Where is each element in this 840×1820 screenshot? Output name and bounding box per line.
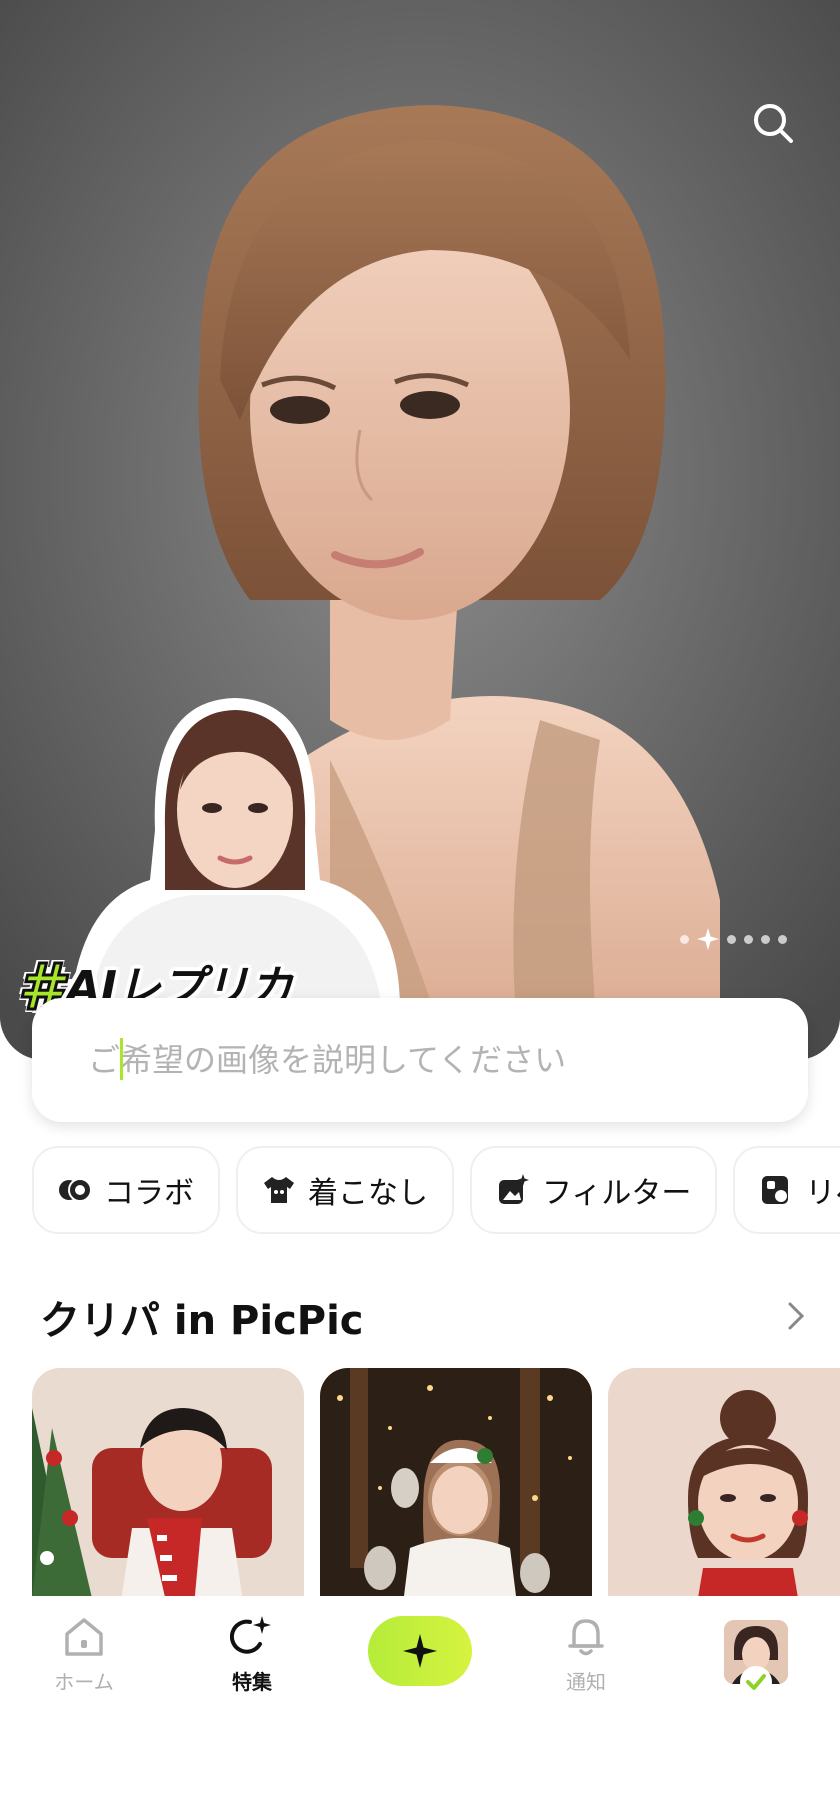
christmas-portrait-image xyxy=(32,1368,304,1596)
tshirt-icon xyxy=(262,1173,296,1207)
carousel-dot[interactable] xyxy=(778,934,787,944)
chip-label: コラボ xyxy=(104,1176,194,1211)
carousel-dot[interactable] xyxy=(680,934,689,944)
carousel-dot[interactable] xyxy=(727,934,736,944)
chip-filter[interactable]: フィルター xyxy=(470,1146,718,1234)
feature-chips: コラボ 着こなし フィルター リペ xyxy=(32,1146,840,1234)
chip-collab[interactable]: コラボ xyxy=(32,1146,220,1234)
carousel-indicator xyxy=(680,928,787,950)
chip-label: フィルター xyxy=(542,1176,692,1211)
prompt-box[interactable] xyxy=(32,998,808,1122)
home-icon xyxy=(65,1618,103,1656)
bell-icon xyxy=(568,1619,604,1656)
nav-featured-label: 特集 xyxy=(232,1670,272,1694)
chip-label: リペ xyxy=(805,1176,840,1211)
section-title: クリパ in PicPic xyxy=(40,1298,364,1344)
check-icon xyxy=(746,1674,766,1690)
chip-repaint[interactable]: リペ xyxy=(733,1146,840,1234)
section-more-button[interactable] xyxy=(776,1296,816,1336)
filter-image-icon xyxy=(496,1173,530,1207)
bun-hair-portrait-image xyxy=(608,1368,840,1596)
nav-notifications[interactable]: 通知 xyxy=(526,1614,646,1695)
bottom-nav: ホーム 特集 通知 xyxy=(0,1596,840,1820)
create-button[interactable] xyxy=(368,1616,472,1686)
clipa-card-row xyxy=(32,1368,840,1596)
nav-notifications-label: 通知 xyxy=(566,1670,606,1694)
search-button[interactable] xyxy=(745,95,801,151)
prompt-input[interactable] xyxy=(88,1030,768,1090)
chip-outfit[interactable]: 着こなし xyxy=(236,1146,454,1234)
nav-home[interactable]: ホーム xyxy=(24,1614,144,1695)
carousel-dot[interactable] xyxy=(744,934,753,944)
chip-label: 着こなし xyxy=(308,1176,428,1211)
sparkle-icon xyxy=(403,1634,437,1668)
carousel-dot-active[interactable] xyxy=(697,928,719,950)
nav-home-label: ホーム xyxy=(54,1670,114,1694)
repaint-icon xyxy=(759,1173,793,1207)
search-icon xyxy=(754,104,793,143)
text-caret xyxy=(120,1038,123,1080)
featured-moon-icon xyxy=(230,1616,271,1654)
collab-icon xyxy=(58,1173,92,1207)
chevron-right-icon xyxy=(788,1302,805,1330)
nav-featured[interactable]: 特集 xyxy=(192,1614,312,1695)
verified-badge xyxy=(740,1666,772,1698)
sparkle-icon xyxy=(697,928,719,950)
clipa-card[interactable] xyxy=(608,1368,840,1596)
carousel-dot[interactable] xyxy=(761,934,770,944)
clipa-card[interactable] xyxy=(32,1368,304,1596)
clipa-card[interactable] xyxy=(320,1368,592,1596)
winter-forest-portrait-image xyxy=(320,1368,592,1596)
